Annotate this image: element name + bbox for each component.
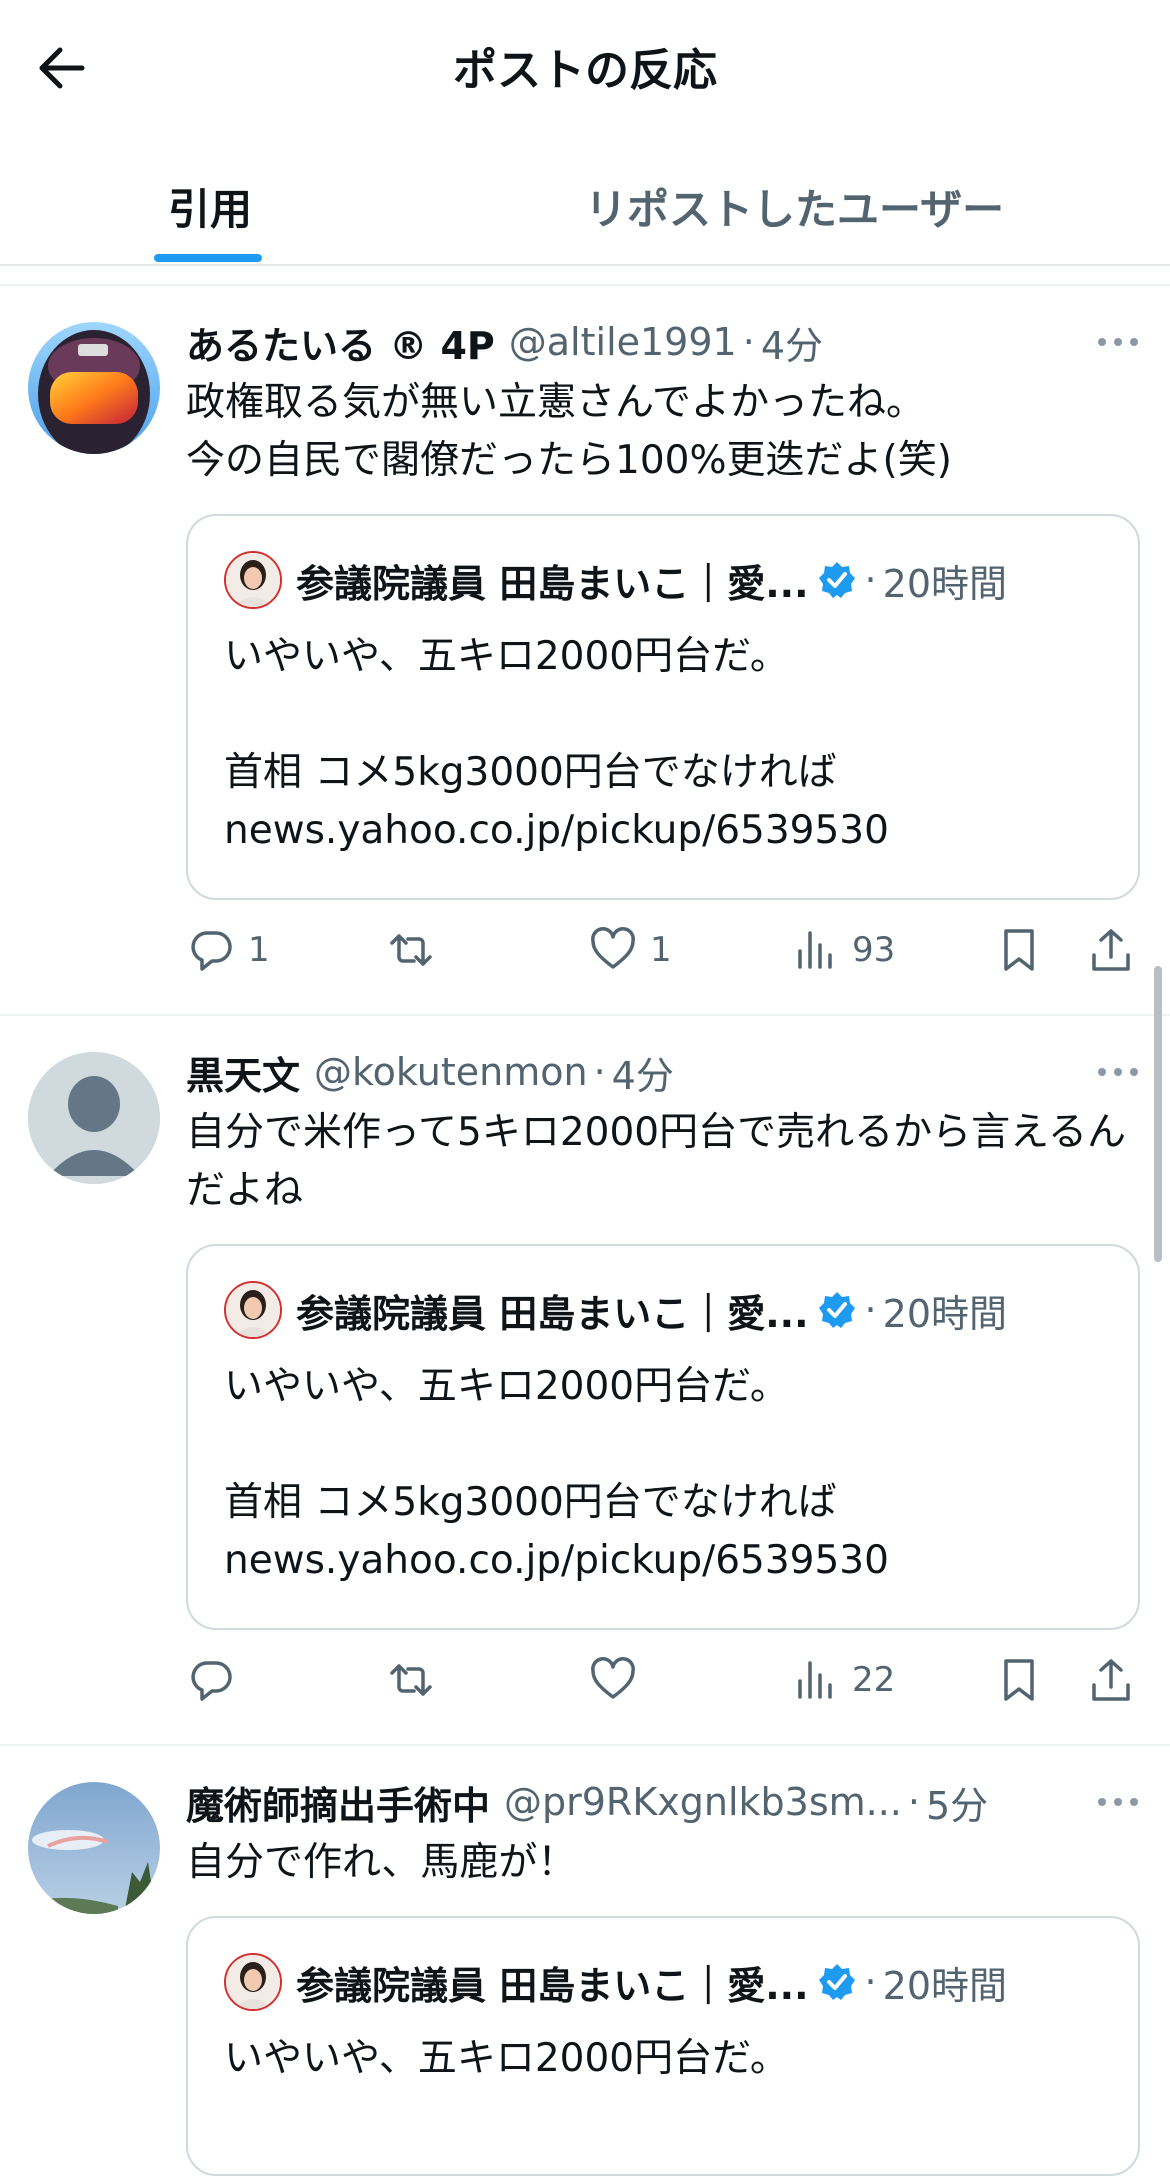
tab-bar: 引用 リポストしたユーザー bbox=[0, 140, 1170, 266]
bookmark-icon bbox=[1004, 929, 1034, 971]
repost-icon bbox=[390, 934, 432, 966]
verified-badge-icon bbox=[818, 1964, 855, 2000]
repost-button[interactable] bbox=[386, 1650, 448, 1710]
quoted-post-text: いやいや、五キロ2000円台だ。 首相 コメ5kg3000円台でなければ new… bbox=[224, 634, 889, 853]
view-count: 93 bbox=[852, 930, 896, 970]
like-button[interactable] bbox=[588, 1650, 650, 1710]
bookmark-button[interactable] bbox=[994, 920, 1044, 980]
active-tab-indicator bbox=[154, 254, 262, 262]
post-actions: 22 bbox=[186, 1650, 1146, 1710]
quoted-timestamp: 20時間 bbox=[882, 1963, 1007, 2008]
quoted-post[interactable]: 参議院議員 田島まいこ｜愛... · 20時間 いやいや、五キロ2000円台だ。… bbox=[186, 514, 1140, 900]
page-title: ポストの反応 bbox=[453, 45, 717, 96]
reply-icon bbox=[191, 1661, 232, 1701]
post-text: 政権取る気が無い立憲さんでよかったね。 今の自民で閣僚だったら100%更迭だよ(… bbox=[186, 380, 952, 483]
share-icon bbox=[1092, 929, 1130, 971]
views-button[interactable]: 93 bbox=[790, 920, 895, 980]
tab-quotes[interactable]: 引用 bbox=[168, 176, 252, 237]
separator-dot: · bbox=[864, 1288, 877, 1332]
quoted-timestamp: 20時間 bbox=[882, 561, 1007, 606]
more-horizontal-icon[interactable] bbox=[1094, 1782, 1142, 1822]
timestamp[interactable]: 5分 bbox=[926, 1775, 988, 1830]
quoted-post-header: 参議院議員 田島まいこ｜愛... · 20時間 bbox=[224, 1280, 1007, 1340]
avatar[interactable] bbox=[28, 1782, 160, 1914]
quoted-post-text: いやいや、五キロ2000円台だ。 首相 コメ5kg3000円台でなければ new… bbox=[224, 1364, 889, 1583]
bookmark-button[interactable] bbox=[994, 1650, 1044, 1710]
divider bbox=[0, 1014, 1170, 1016]
divider bbox=[0, 284, 1170, 286]
reply-button[interactable]: 1 bbox=[186, 920, 270, 980]
avatar[interactable] bbox=[28, 322, 160, 454]
quoted-post-text: いやいや、五キロ2000円台だ。 bbox=[224, 2036, 789, 2081]
reply-count: 1 bbox=[248, 930, 270, 970]
avatar bbox=[224, 1953, 282, 2011]
heart-icon bbox=[591, 927, 635, 969]
like-button[interactable]: 1 bbox=[588, 920, 672, 980]
display-name[interactable]: 黒天文 bbox=[186, 1045, 300, 1100]
quoted-display-name: 参議院議員 田島まいこ｜愛... bbox=[296, 1291, 809, 1336]
avatar bbox=[224, 1281, 282, 1339]
quoted-post[interactable]: 参議院議員 田島まいこ｜愛... · 20時間 いやいや、五キロ2000円台だ。 bbox=[186, 1916, 1140, 2176]
divider bbox=[0, 1744, 1170, 1746]
post-header: あるたいる ® 4P @altile1991 · 4分 bbox=[186, 312, 1060, 372]
verified-badge-icon bbox=[818, 562, 855, 598]
timestamp[interactable]: 4分 bbox=[612, 1045, 674, 1100]
quoted-timestamp: 20時間 bbox=[882, 1291, 1007, 1336]
quoted-post-header: 参議院議員 田島まいこ｜愛... · 20時間 bbox=[224, 550, 1007, 610]
like-count: 1 bbox=[650, 930, 672, 970]
more-horizontal-icon[interactable] bbox=[1094, 1052, 1142, 1092]
post-text: 自分で米作って5キロ2000円台で売れるから言えるんだよね bbox=[186, 1110, 1126, 1213]
quoted-display-name: 参議院議員 田島まいこ｜愛... bbox=[296, 561, 809, 606]
post-header: 黒天文 @kokutenmon · 4分 bbox=[186, 1042, 1060, 1102]
repost-button[interactable] bbox=[386, 920, 448, 980]
user-handle[interactable]: @kokutenmon bbox=[314, 1050, 588, 1094]
tab-reposts[interactable]: リポストしたユーザー bbox=[585, 176, 1004, 237]
verified-badge-icon bbox=[818, 1292, 855, 1328]
views-icon bbox=[798, 931, 832, 969]
views-button[interactable]: 22 bbox=[790, 1650, 895, 1710]
top-bar: ポストの反応 bbox=[0, 0, 1170, 130]
avatar[interactable] bbox=[28, 1052, 160, 1184]
separator-dot: · bbox=[864, 1960, 877, 2004]
quoted-display-name: 参議院議員 田島まいこ｜愛... bbox=[296, 1963, 809, 2008]
reply-icon bbox=[191, 931, 232, 971]
bookmark-icon bbox=[1004, 1659, 1034, 1701]
post-text: 自分で作れ、馬鹿が！ bbox=[186, 1840, 577, 1885]
user-handle[interactable]: @altile1991 bbox=[509, 320, 737, 364]
separator-dot: · bbox=[864, 558, 877, 602]
heart-icon bbox=[591, 1657, 635, 1699]
views-icon bbox=[798, 1661, 832, 1699]
post-actions: 1 1 93 bbox=[186, 920, 1146, 980]
reply-button[interactable] bbox=[186, 1650, 248, 1710]
share-icon bbox=[1092, 1659, 1130, 1701]
display-name[interactable]: 魔術師摘出手術中 bbox=[186, 1775, 490, 1830]
separator-dot: · bbox=[907, 1780, 920, 1824]
quoted-post-header: 参議院議員 田島まいこ｜愛... · 20時間 bbox=[224, 1952, 1007, 2012]
scrollbar[interactable] bbox=[1154, 966, 1162, 1262]
separator-dot: · bbox=[742, 320, 755, 364]
avatar bbox=[224, 551, 282, 609]
display-name[interactable]: あるたいる ® 4P bbox=[186, 315, 495, 370]
repost-icon bbox=[390, 1664, 432, 1696]
quoted-post[interactable]: 参議院議員 田島まいこ｜愛... · 20時間 いやいや、五キロ2000円台だ。… bbox=[186, 1244, 1140, 1630]
separator-dot: · bbox=[593, 1050, 606, 1094]
post-header: 魔術師摘出手術中 @pr9RKxgnlkb3sm... · 5分 bbox=[186, 1772, 1060, 1832]
view-count: 22 bbox=[852, 1660, 896, 1700]
timestamp[interactable]: 4分 bbox=[761, 315, 823, 370]
user-handle[interactable]: @pr9RKxgnlkb3sm... bbox=[504, 1780, 902, 1824]
share-button[interactable] bbox=[1086, 1650, 1136, 1710]
share-button[interactable] bbox=[1086, 920, 1136, 980]
more-horizontal-icon[interactable] bbox=[1094, 322, 1142, 362]
